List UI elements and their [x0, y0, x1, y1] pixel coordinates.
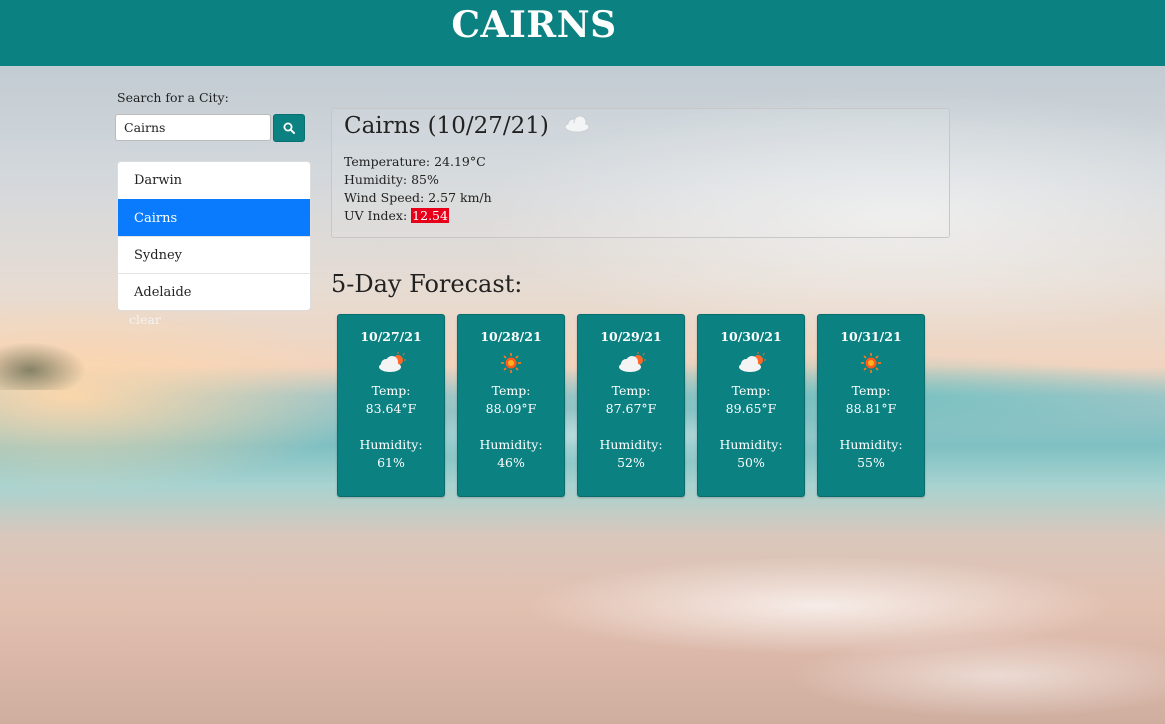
background-trees [0, 330, 90, 390]
current-weather-panel: Cairns (10/27/21) Temperature: 24.19°C H… [331, 108, 950, 238]
forecast-temp-label: Temp: [491, 383, 531, 398]
page-title: CAIRNS [451, 4, 617, 46]
forecast-humidity: 50% [737, 455, 765, 470]
forecast-card: 10/30/21 Temp: 89.65°F Humidity: 50% [697, 314, 805, 497]
forecast-card: 10/27/21 Temp: 83.64°F Humidity: 61% [337, 314, 445, 497]
city-history-list: Darwin Cairns Sydney Adelaide [117, 161, 311, 311]
forecast-temp: 87.67°F [605, 401, 657, 416]
uv-value-badge: 12.54 [411, 208, 449, 223]
forecast-card: 10/28/21 Temp: 88.09°F Humidity: 46% [457, 314, 565, 497]
forecast-date: 10/29/21 [600, 329, 662, 344]
forecast-humidity-label: Humidity: [719, 437, 783, 452]
forecast-temp: 83.64°F [365, 401, 417, 416]
search-icon [283, 122, 295, 134]
current-humidity: Humidity: 85% [344, 172, 439, 187]
city-item-cairns[interactable]: Cairns [118, 199, 310, 236]
forecast-card: 10/31/21 Temp: 88.81°F Humidity: 55% [817, 314, 925, 497]
forecast-temp-label: Temp: [851, 383, 891, 398]
city-item-adelaide[interactable]: Adelaide [118, 273, 310, 310]
forecast-date: 10/30/21 [720, 329, 782, 344]
forecast-date: 10/28/21 [480, 329, 542, 344]
current-uv-index: UV Index: 12.54 [344, 208, 449, 223]
forecast-humidity: 55% [857, 455, 885, 470]
app-header: CAIRNS [0, 0, 1165, 66]
forecast-date: 10/27/21 [360, 329, 422, 344]
search-button[interactable] [273, 114, 305, 142]
forecast-temp: 89.65°F [725, 401, 777, 416]
forecast-humidity: 61% [377, 455, 405, 470]
forecast-humidity-label: Humidity: [359, 437, 423, 452]
current-weather-heading: Cairns (10/27/21) [344, 113, 592, 140]
forecast-temp-label: Temp: [731, 383, 771, 398]
forecast-humidity-label: Humidity: [839, 437, 903, 452]
forecast-humidity-label: Humidity: [599, 437, 663, 452]
clear-history-link[interactable]: clear [129, 312, 161, 327]
city-item-darwin[interactable]: Darwin [118, 162, 310, 199]
forecast-temp: 88.81°F [845, 401, 897, 416]
cloud-icon [562, 114, 592, 140]
current-temperature: Temperature: 24.19°C [344, 154, 486, 169]
forecast-humidity: 46% [497, 455, 525, 470]
forecast-date: 10/31/21 [840, 329, 902, 344]
current-city-date: Cairns (10/27/21) [344, 113, 549, 139]
sun-icon [458, 352, 564, 376]
sun-icon [818, 352, 924, 376]
partly-cloudy-icon [578, 352, 684, 376]
search-input[interactable] [115, 114, 271, 141]
search-label: Search for a City: [117, 90, 229, 105]
current-wind-speed: Wind Speed: 2.57 km/h [344, 190, 492, 205]
city-item-sydney[interactable]: Sydney [118, 236, 310, 273]
partly-cloudy-icon [698, 352, 804, 376]
forecast-temp-label: Temp: [371, 383, 411, 398]
partly-cloudy-icon [338, 352, 444, 376]
forecast-humidity: 52% [617, 455, 645, 470]
forecast-temp-label: Temp: [611, 383, 651, 398]
forecast-temp: 88.09°F [485, 401, 537, 416]
forecast-humidity-label: Humidity: [479, 437, 543, 452]
forecast-heading: 5-Day Forecast: [331, 270, 523, 298]
uv-label: UV Index: [344, 208, 408, 223]
forecast-card: 10/29/21 Temp: 87.67°F Humidity: 52% [577, 314, 685, 497]
